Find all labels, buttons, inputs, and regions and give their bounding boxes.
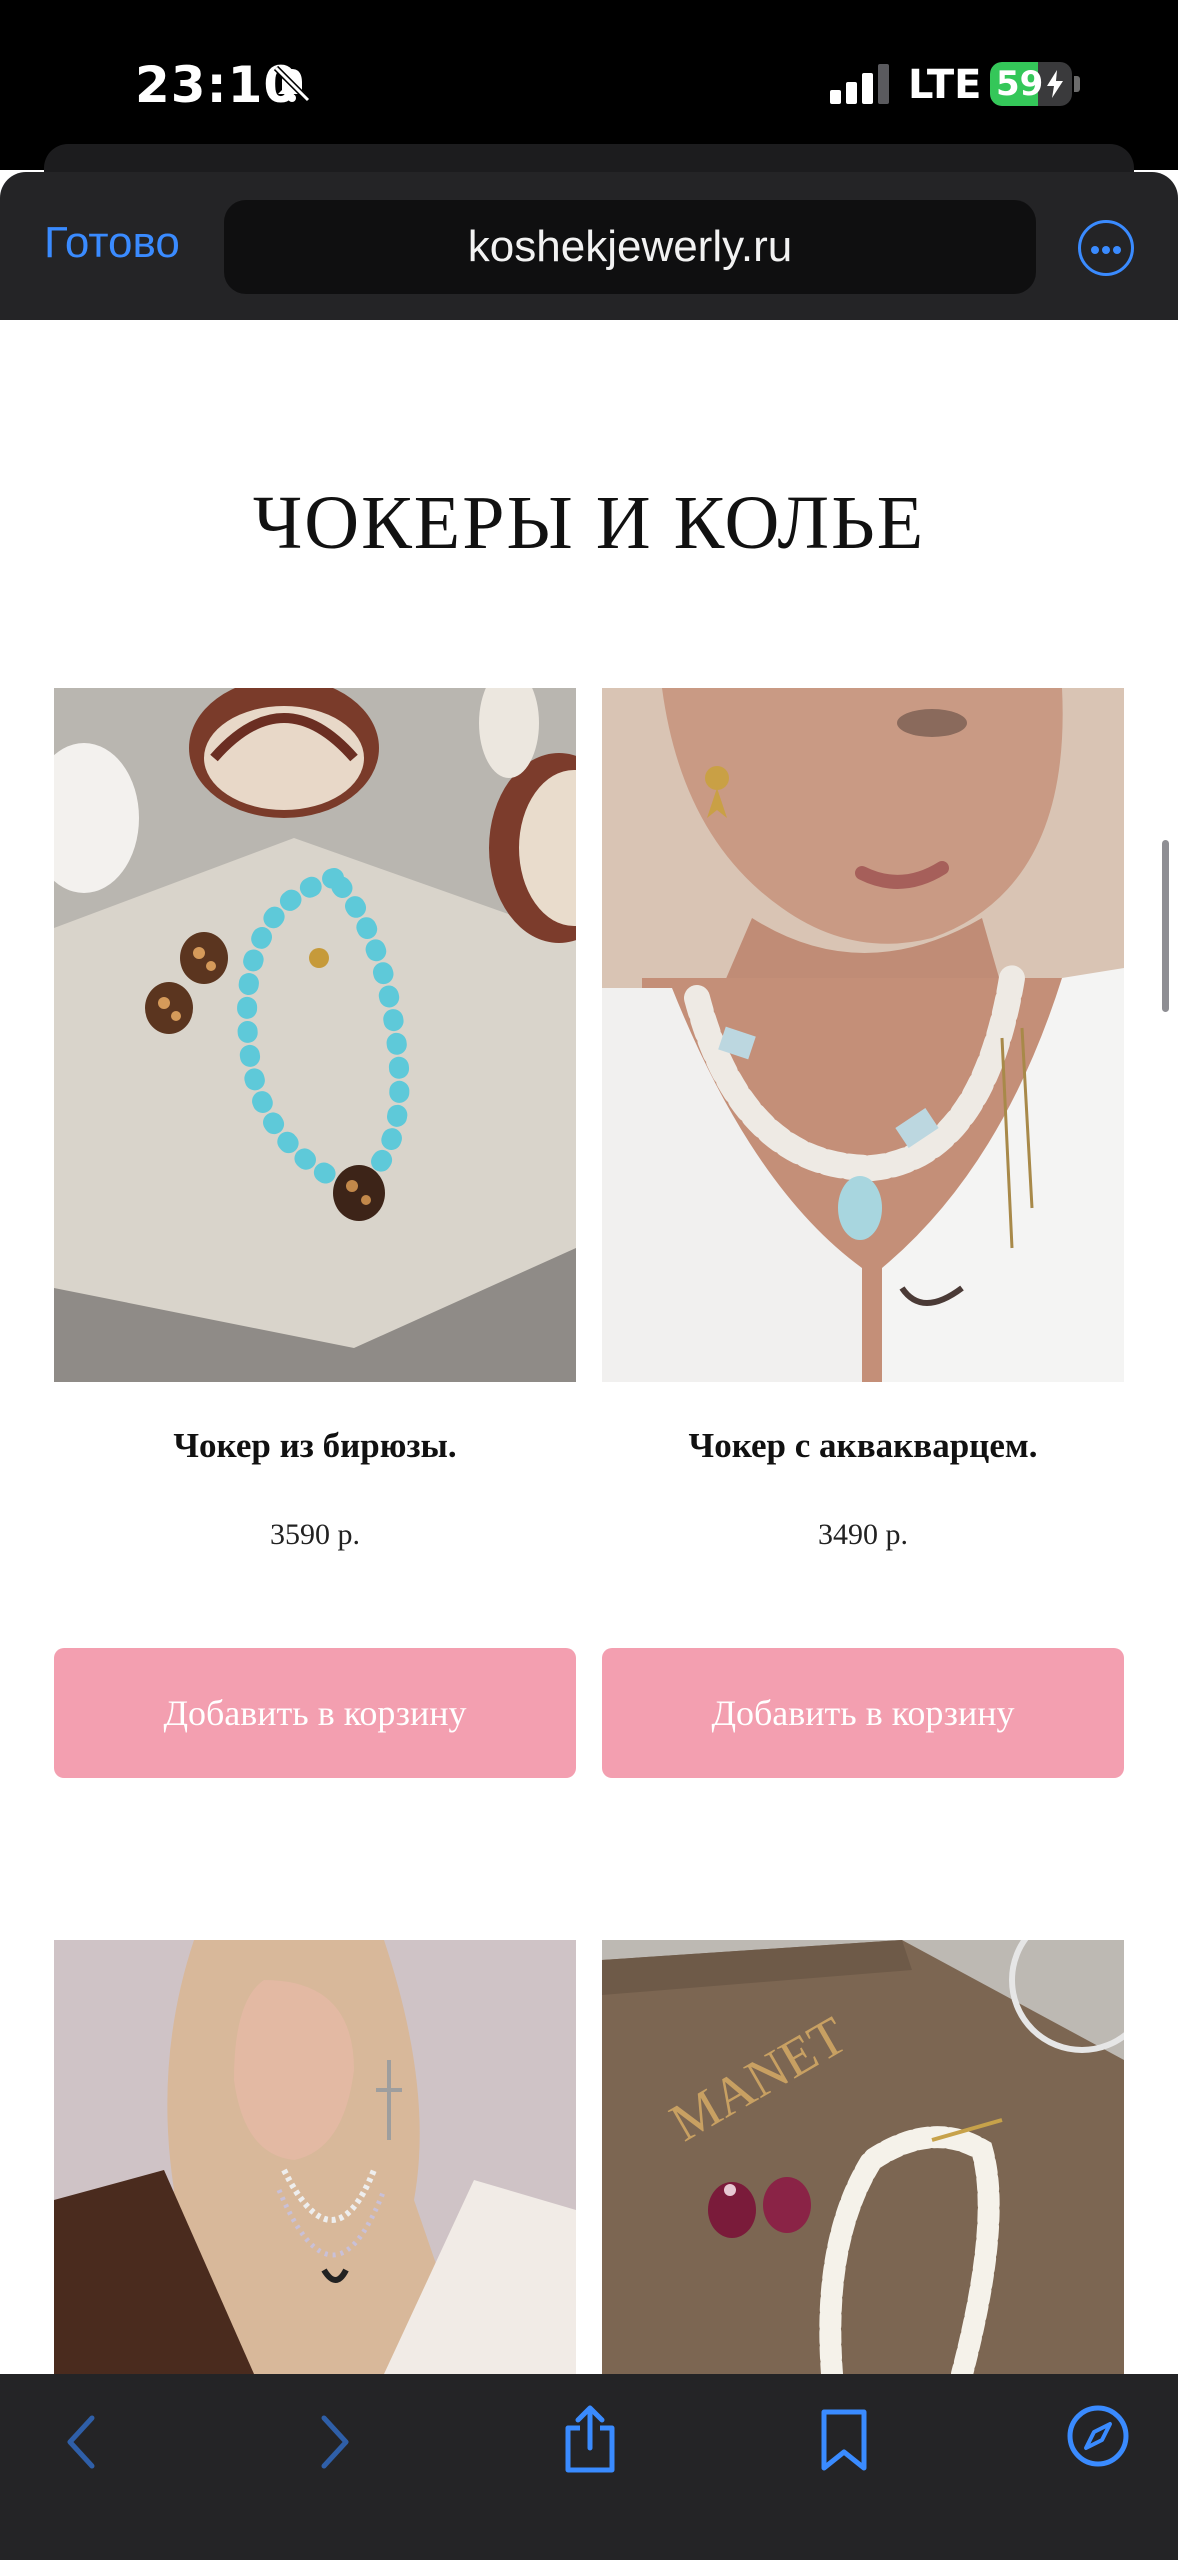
back-icon[interactable] xyxy=(60,2410,104,2474)
battery-percent: 59 xyxy=(996,64,1044,104)
product-image-aquaquartz-choker[interactable] xyxy=(602,688,1124,1382)
safari-compass-icon[interactable] xyxy=(1066,2404,1130,2468)
url-field[interactable]: koshekjewerly.ru xyxy=(224,200,1036,294)
more-options-icon[interactable] xyxy=(1078,220,1134,276)
add-to-cart-button[interactable]: Добавить в корзину xyxy=(54,1648,576,1778)
product-name[interactable]: Чокер с аквакварцем. xyxy=(602,1426,1124,1466)
product-price: 3490 р. xyxy=(818,1518,908,1551)
product-image-model-necklaces[interactable] xyxy=(54,1940,576,2374)
bell-slash-icon xyxy=(273,65,311,103)
product-name[interactable]: Чокер из бирюзы. xyxy=(54,1426,576,1466)
network-type: LTE xyxy=(908,62,982,108)
battery-charging-icon: 59 xyxy=(990,62,1072,106)
browser-top-bar: Готово koshekjewerly.ru xyxy=(0,172,1178,320)
browser-toolbar xyxy=(0,2374,1178,2560)
section-title: ЧОКЕРЫ И КОЛЬЕ xyxy=(252,481,926,565)
add-to-cart-button[interactable]: Добавить в корзину xyxy=(602,1648,1124,1778)
forward-icon[interactable] xyxy=(312,2410,356,2474)
done-button[interactable]: Готово xyxy=(44,218,180,268)
product-image-pearl-necklace[interactable]: MANET xyxy=(602,1940,1124,2374)
scroll-indicator[interactable] xyxy=(1162,840,1169,1012)
battery-cap xyxy=(1074,76,1080,92)
bolt-icon xyxy=(1047,70,1063,98)
share-icon[interactable] xyxy=(560,2404,620,2476)
url-text: koshekjewerly.ru xyxy=(467,222,793,271)
bookmarks-icon[interactable] xyxy=(814,2406,874,2474)
product-price: 3590 р. xyxy=(270,1518,360,1551)
product-image-turquoise-choker[interactable] xyxy=(54,688,576,1382)
cellular-signal-icon xyxy=(830,64,889,104)
